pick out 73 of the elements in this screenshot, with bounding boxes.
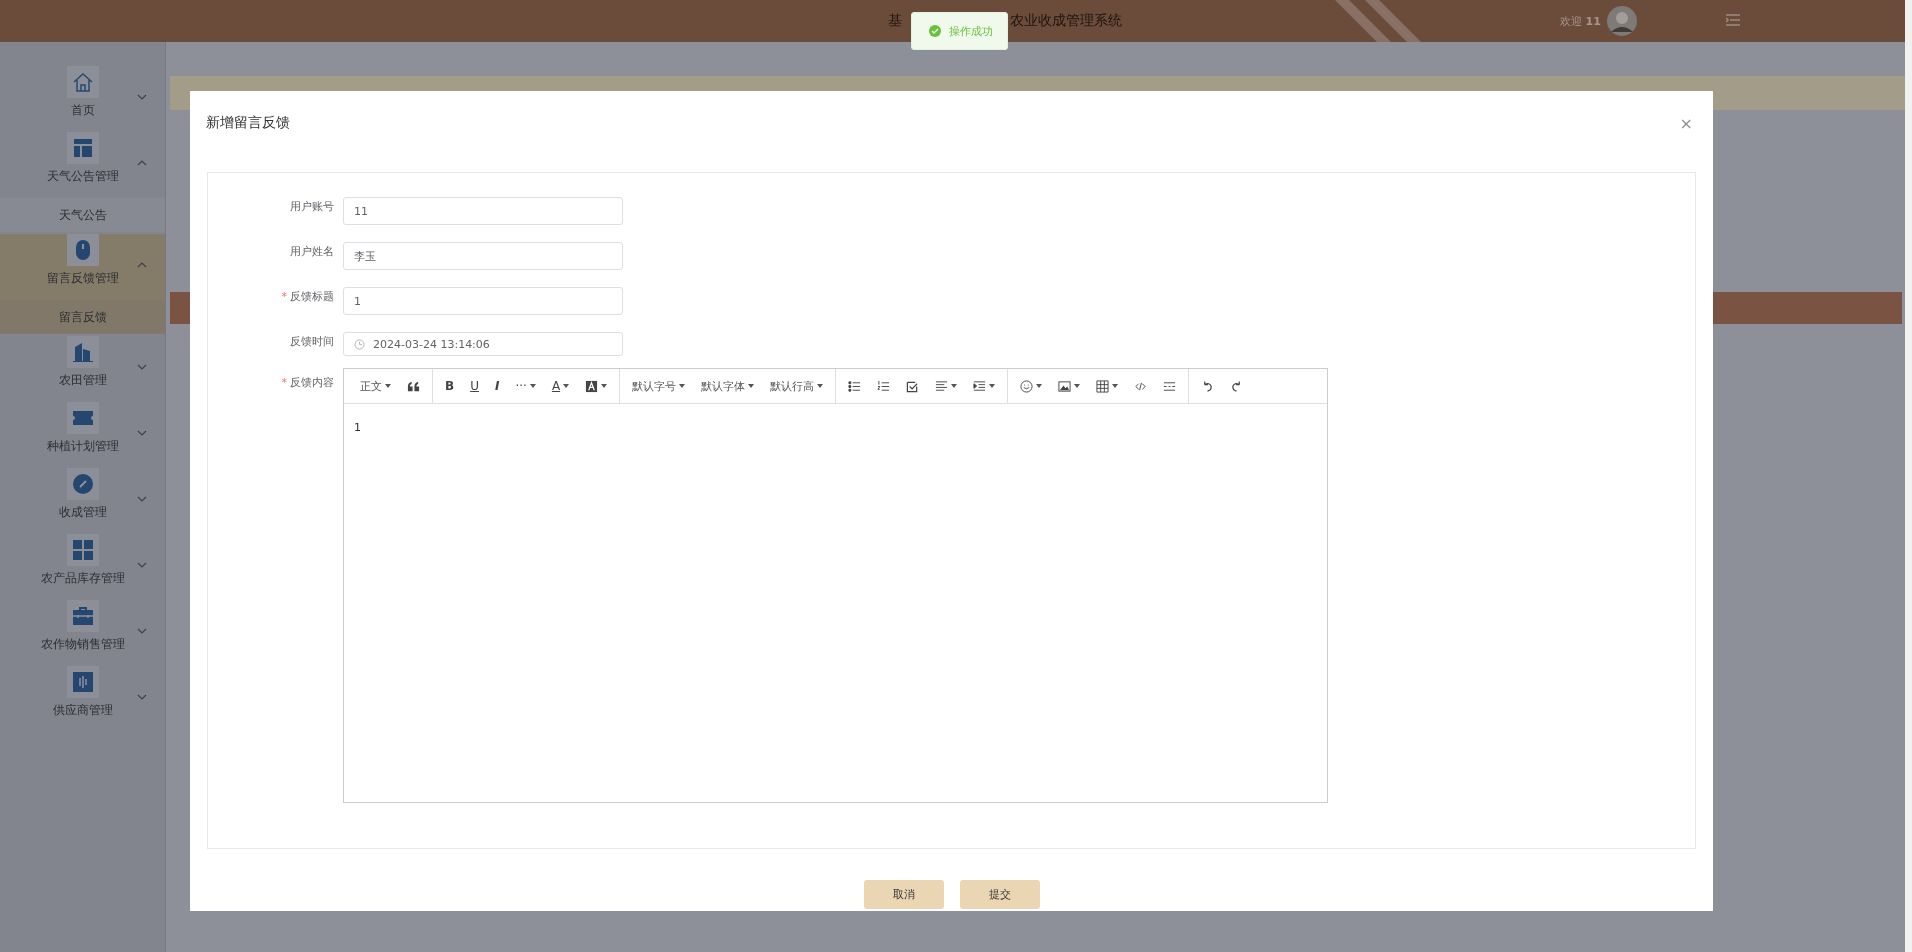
caret-icon: [601, 384, 608, 388]
input-field[interactable]: 李玉: [343, 242, 623, 270]
bullet-list-icon: [848, 379, 862, 393]
toolbar-button[interactable]: B: [437, 373, 463, 399]
sidebar-item[interactable]: 收成管理: [0, 468, 165, 534]
toolbar-button[interactable]: ···: [507, 373, 544, 399]
editor-text: 1: [354, 421, 361, 434]
caret-icon: [563, 384, 570, 388]
editor-area[interactable]: 1: [344, 404, 1327, 802]
caret-icon: [951, 384, 958, 388]
numbered-list-icon: [877, 379, 891, 393]
toast-message: 操作成功: [949, 23, 993, 39]
toolbar-button[interactable]: 默认字体: [693, 373, 763, 399]
buildings-icon: [71, 341, 94, 363]
dialog-title: 新增留言反馈: [206, 114, 290, 132]
avatar-icon[interactable]: [1607, 6, 1637, 36]
sidebar-item[interactable]: 种植计划管理: [0, 402, 165, 468]
cancel-button[interactable]: 取消: [863, 880, 944, 909]
field-label: 反馈时间: [289, 334, 335, 350]
toolbar-button[interactable]: 默认字号: [624, 373, 694, 399]
sidebar-subitem[interactable]: 天气公告: [0, 198, 165, 232]
field-label: * 反馈内容: [280, 375, 335, 391]
caret-icon: [817, 384, 824, 388]
quote-icon: [407, 379, 420, 393]
emoji-icon: [1020, 379, 1034, 393]
app-title: 基: [888, 12, 902, 30]
field-label: * 反馈标题: [280, 289, 335, 305]
align-icon: [935, 379, 949, 393]
undo-icon: [1201, 379, 1215, 393]
highlight-icon: [585, 379, 599, 393]
date-field[interactable]: 2024-03-24 13:14:06: [343, 332, 623, 356]
sidebar-item[interactable]: 农作物销售管理: [0, 600, 165, 666]
caret-icon: [748, 384, 755, 388]
caret-icon: [529, 384, 536, 388]
toolbar-button[interactable]: I: [486, 373, 508, 399]
field-label: 用户账号: [289, 199, 335, 215]
welcome-text: 欢迎 11: [1560, 13, 1601, 29]
sidebar-item[interactable]: 农田管理: [0, 336, 165, 402]
chart-icon: [71, 671, 94, 693]
grid-icon: [71, 539, 94, 561]
sidebar-item[interactable]: 农产品库存管理: [0, 534, 165, 600]
caret-icon: [1112, 384, 1119, 388]
app-title: 农业收成管理系统: [1010, 12, 1122, 30]
caret-icon: [385, 384, 391, 388]
check-circle-icon: [929, 25, 941, 37]
divider-icon: [1163, 379, 1177, 393]
submit-button[interactable]: 提交: [959, 880, 1040, 909]
clock-icon: [354, 338, 365, 350]
toolbar-button[interactable]: U: [462, 373, 487, 399]
caret-icon: [989, 384, 996, 388]
home-icon: [71, 71, 94, 93]
compass-icon: [71, 473, 94, 495]
toolbar-button[interactable]: A: [543, 373, 578, 399]
caret-icon: [1036, 384, 1043, 388]
image-icon: [1058, 379, 1072, 393]
menu-icon[interactable]: [1726, 14, 1740, 26]
table-icon: [1096, 379, 1110, 393]
sidebar-item[interactable]: 天气公告管理: [0, 132, 165, 198]
scrollbar[interactable]: [1905, 0, 1912, 952]
sidebar-item[interactable]: 留言反馈管理: [0, 234, 165, 300]
input-field[interactable]: 11: [343, 197, 623, 225]
toolbar-button[interactable]: 默认行高: [762, 373, 832, 399]
task-list-icon: [906, 379, 920, 393]
layout-icon: [71, 137, 94, 159]
input-field[interactable]: 1: [343, 287, 623, 315]
sidebar-item[interactable]: 供应商管理: [0, 666, 165, 732]
sidebar-item[interactable]: 首页: [0, 66, 165, 132]
caret-icon: [679, 384, 686, 388]
indent-icon: [973, 379, 987, 393]
caret-icon: [1074, 384, 1081, 388]
briefcase-icon: [71, 605, 94, 627]
field-label: 用户姓名: [289, 244, 335, 260]
toolbar-button[interactable]: 正文: [352, 373, 399, 399]
